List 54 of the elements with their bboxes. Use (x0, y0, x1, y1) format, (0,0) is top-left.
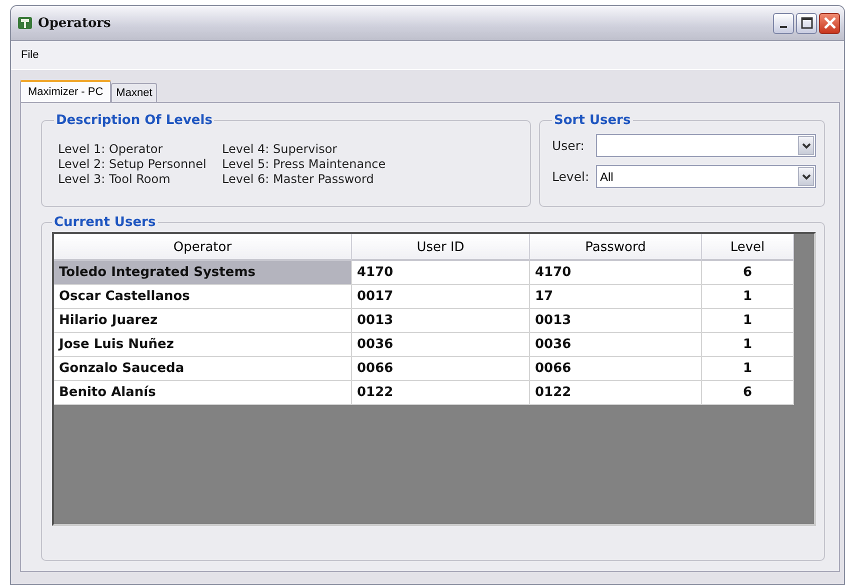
table-cell: 0013 (352, 309, 530, 333)
level-description: Level 6: Master Password (222, 172, 375, 187)
app-icon (17, 15, 33, 31)
table-cell: 0013 (530, 309, 702, 333)
minimize-icon (780, 26, 787, 28)
table-cell: 0036 (352, 333, 530, 357)
table-cell: Benito Alanís (54, 381, 352, 405)
column-header[interactable]: User ID (352, 234, 530, 261)
level-description: Level 1: Operator (58, 142, 164, 157)
chevron-down-icon (802, 142, 810, 148)
menu-item[interactable]: File (17, 47, 43, 63)
table-cell: 1 (702, 285, 794, 309)
table-cell: 0036 (530, 333, 702, 357)
table-cell: 6 (702, 261, 794, 285)
table-cell: Hilario Juarez (54, 309, 352, 333)
table-cell: 4170 (352, 261, 530, 285)
group-title: Current Users (53, 215, 157, 230)
column-header[interactable]: Password (530, 234, 702, 261)
table-cell: 0066 (530, 357, 702, 381)
table-cell: Jose Luis Nuñez (54, 333, 352, 357)
chevron-down-icon (802, 174, 810, 180)
table-cell: Toledo Integrated Systems (54, 261, 352, 285)
level-description: Level 5: Press Maintenance (222, 157, 387, 172)
group-title: Sort Users (553, 113, 632, 128)
close-icon (824, 17, 836, 29)
window-title: Operators (38, 16, 112, 30)
column-header[interactable]: Level (702, 234, 794, 261)
level-description: Level 2: Setup Personnel (58, 157, 208, 172)
level-description: Level 4: Supervisor (222, 142, 338, 157)
group-title: Description Of Levels (55, 113, 214, 128)
table-cell: 1 (702, 309, 794, 333)
maximize-icon (800, 17, 812, 29)
table-cell: Oscar Castellanos (54, 285, 352, 309)
maximize-button[interactable] (796, 12, 817, 34)
close-button[interactable] (819, 12, 840, 34)
table-cell: 0017 (352, 285, 530, 309)
field-label: User: (552, 138, 586, 153)
level-dropdown[interactable]: All (596, 165, 816, 188)
table-cell: 17 (530, 285, 702, 309)
table-cell: 0066 (352, 357, 530, 381)
tab[interactable]: Maximizer - PC (20, 80, 112, 102)
table-cell: 6 (702, 381, 794, 405)
level-description: Level 3: Tool Room (58, 172, 172, 187)
table-cell: 1 (702, 357, 794, 381)
user-dropdown[interactable] (596, 134, 816, 157)
table-cell: 0122 (352, 381, 530, 405)
minimize-button[interactable] (773, 12, 794, 34)
tab[interactable]: Maxnet (111, 83, 158, 102)
table-cell: 4170 (530, 261, 702, 285)
table-cell: 1 (702, 333, 794, 357)
table-cell: Gonzalo Sauceda (54, 357, 352, 381)
column-header[interactable]: Operator (54, 234, 352, 261)
table-cell: 0122 (530, 381, 702, 405)
field-label: Level: (552, 169, 590, 184)
